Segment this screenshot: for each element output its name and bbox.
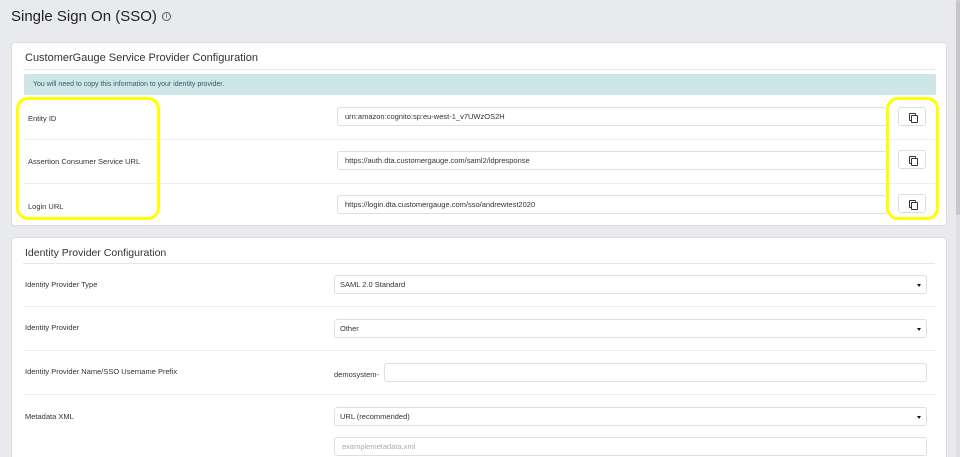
row-divider — [24, 183, 935, 184]
sp-config-card: CustomerGauge Service Provider Configura… — [11, 42, 947, 226]
idp-label: Identity Provider — [25, 323, 80, 332]
row-divider — [24, 350, 935, 351]
idp-value: Other — [340, 324, 359, 333]
idp-type-select[interactable]: SAML 2.0 Standard — [334, 275, 927, 294]
page-title-text: Single Sign On (SSO) — [11, 8, 157, 25]
chevron-down-icon — [917, 284, 921, 287]
copy-login-url-button[interactable] — [898, 194, 926, 213]
idp-type-label: Identity Provider Type — [25, 280, 98, 289]
copy-icon — [909, 113, 918, 123]
row-divider — [24, 139, 935, 140]
acs-url-field[interactable]: https://auth.dta.customergauge.com/saml2… — [337, 151, 887, 170]
metadata-label: Metadata XML — [25, 412, 74, 421]
idp-config-card: Identity Provider Configuration Identity… — [11, 237, 947, 457]
copy-entity-id-button[interactable] — [898, 107, 926, 126]
metadata-value: URL (recommended) — [340, 412, 410, 421]
chevron-down-icon — [917, 416, 921, 419]
metadata-url-input[interactable]: examplemetadata.xml — [334, 437, 927, 456]
card-divider — [23, 263, 935, 264]
idp-config-title: Identity Provider Configuration — [25, 247, 167, 259]
info-notice: You will need to copy this information t… — [24, 74, 936, 95]
prefix-input[interactable] — [384, 363, 927, 382]
info-icon[interactable]: i — [161, 12, 171, 21]
scrollbar-thumb[interactable] — [956, 0, 960, 215]
metadata-placeholder: examplemetadata.xml — [342, 442, 416, 451]
page-title: Single Sign On (SSO) i — [11, 8, 171, 25]
copy-icon — [909, 200, 918, 210]
card-divider — [23, 69, 935, 70]
entity-id-field[interactable]: urn:amazon:cognito:sp:eu-west-1_v7UWzOS2… — [337, 107, 887, 126]
idp-type-value: SAML 2.0 Standard — [340, 280, 406, 289]
login-url-field[interactable]: https://login.dta.customergauge.com/sso/… — [337, 195, 887, 214]
copy-icon — [909, 156, 918, 166]
row-divider — [24, 306, 935, 307]
login-url-label: Login URL — [28, 202, 64, 211]
acs-url-label: Assertion Consumer Service URL — [28, 157, 141, 166]
idp-select[interactable]: Other — [334, 319, 927, 338]
prefix-label: Identity Provider Name/SSO Username Pref… — [25, 367, 178, 376]
scrollbar[interactable] — [956, 0, 960, 457]
metadata-select[interactable]: URL (recommended) — [334, 407, 927, 426]
copy-acs-url-button[interactable] — [898, 150, 926, 169]
sp-config-title: CustomerGauge Service Provider Configura… — [25, 52, 258, 64]
chevron-down-icon — [917, 328, 921, 331]
prefix-addon: demosystem- — [334, 370, 380, 379]
row-divider — [24, 394, 935, 395]
entity-id-label: Entity ID — [28, 114, 57, 123]
